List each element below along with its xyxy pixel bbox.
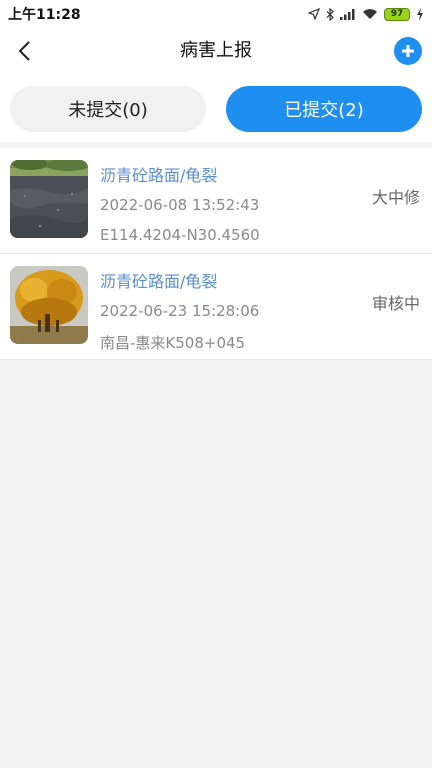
report-title: 沥青砼路面/龟裂 <box>100 272 218 291</box>
report-item[interactable]: 沥青砼路面/龟裂 2022-06-23 15:28:06 南昌-惠来K508+0… <box>0 254 432 360</box>
location-icon <box>308 8 320 20</box>
status-icons: 97 <box>308 7 424 21</box>
plus-circle-icon <box>402 45 414 57</box>
report-time: 2022-06-23 15:28:06 <box>100 302 260 320</box>
report-status: 审核中 <box>371 294 420 313</box>
tab-bar: 未提交(0) 已提交(2) <box>0 74 432 142</box>
report-item[interactable]: 沥青砼路面/龟裂 2022-06-08 13:52:43 E114.4204-N… <box>0 148 432 254</box>
add-report-button[interactable] <box>394 37 422 65</box>
charging-icon <box>417 7 423 21</box>
signal-icon <box>340 9 355 20</box>
nav-bar: 病害上报 <box>0 28 432 74</box>
report-time: 2022-06-08 13:52:43 <box>100 196 260 214</box>
back-button[interactable] <box>10 36 40 66</box>
report-title: 沥青砼路面/龟裂 <box>100 166 218 185</box>
status-time: 上午11:28 <box>8 7 81 23</box>
report-location: E114.4204-N30.4560 <box>100 226 260 244</box>
chevron-left-icon <box>18 41 30 61</box>
report-list: 沥青砼路面/龟裂 2022-06-08 13:52:43 E114.4204-N… <box>0 148 432 360</box>
status-bar: 上午11:28 97 <box>0 0 432 28</box>
battery-icon: 97 <box>384 7 410 21</box>
tab-unsubmitted[interactable]: 未提交(0) <box>10 86 206 132</box>
report-status: 大中修 <box>371 188 420 207</box>
report-thumbnail <box>10 160 88 238</box>
wifi-icon <box>363 9 377 19</box>
tab-submitted[interactable]: 已提交(2) <box>226 86 422 132</box>
report-location: 南昌-惠来K508+045 <box>100 334 246 352</box>
page-title: 病害上报 <box>180 40 252 61</box>
bluetooth-icon <box>326 7 334 21</box>
report-thumbnail <box>10 266 88 344</box>
